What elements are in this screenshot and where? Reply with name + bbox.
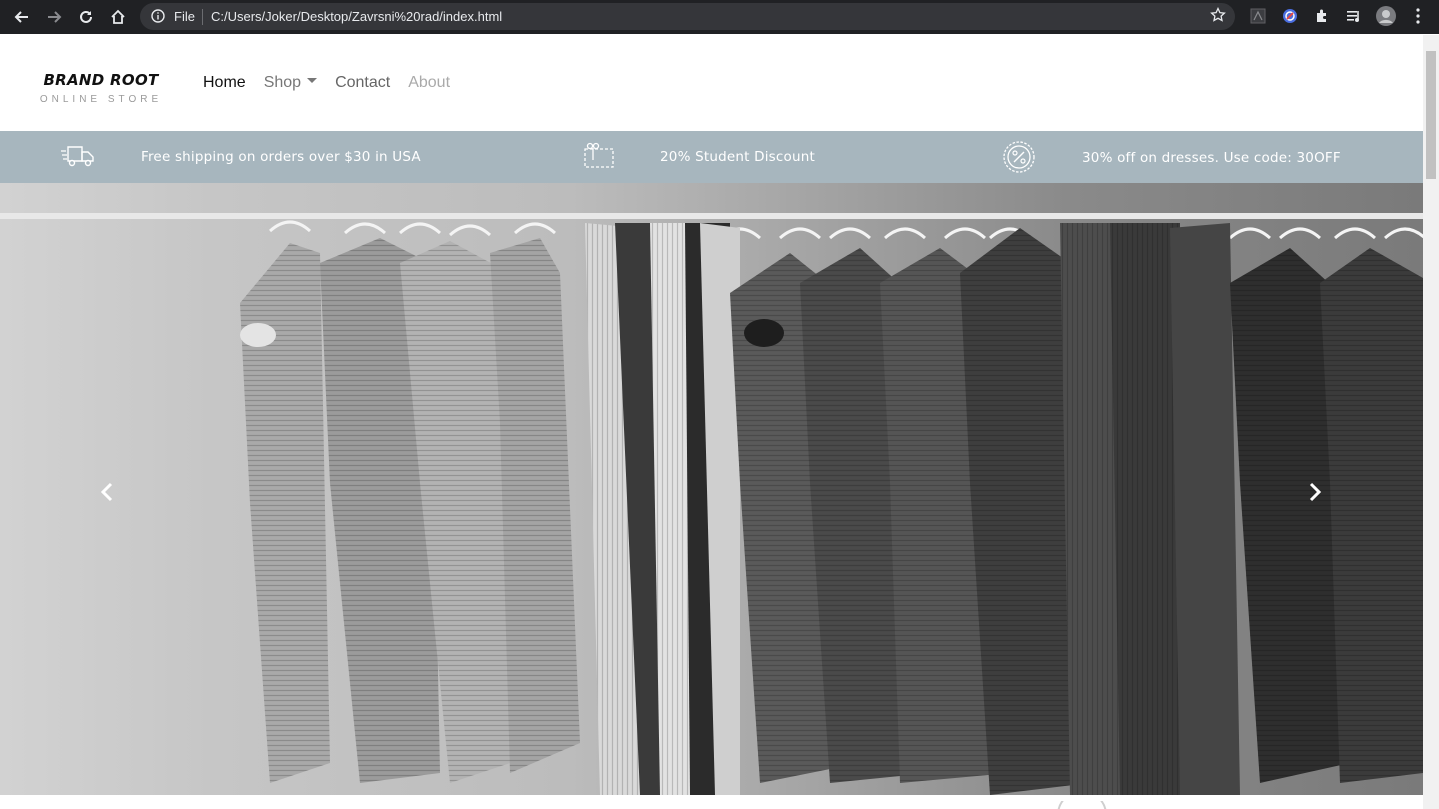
scroll-thumb[interactable] [1426,51,1436,179]
browser-toolbar: File C:/Users/Joker/Desktop/Zavrsni%20ra… [0,0,1439,34]
promo-discount-text: 20% Student Discount [660,149,815,165]
promo-shipping-text: Free shipping on orders over $30 in USA [141,149,421,165]
chevron-right-icon [1308,482,1322,507]
info-icon[interactable] [151,9,165,26]
kebab-menu-icon[interactable] [1408,6,1428,26]
site-header: BRAND ROOT ONLINE STORE Home Shop Contac… [0,35,1423,131]
circle-outline-icon [1057,801,1107,809]
main-nav: Home Shop Contact About [203,74,468,92]
page-viewport: BRAND ROOT ONLINE STORE Home Shop Contac… [0,35,1423,809]
carousel-prev-button[interactable] [92,479,122,509]
media-queue-icon[interactable] [1344,6,1364,26]
coupon-icon [583,141,615,175]
puzzle-icon[interactable] [1312,6,1332,26]
truck-icon [60,143,96,173]
forward-icon[interactable] [38,1,70,33]
home-icon[interactable] [102,1,134,33]
hero-carousel [0,183,1423,795]
promo-dresses-text: 30% off on dresses. Use code: 30OFF [1082,150,1341,166]
pdf-extension-icon[interactable] [1248,6,1268,26]
nav-home[interactable]: Home [203,74,246,92]
nav-shop-label: Shop [263,74,302,91]
percent-badge-icon [1002,140,1036,178]
divider [202,9,203,25]
blocker-extension-icon[interactable] [1280,6,1300,26]
nav-about[interactable]: About [408,74,450,92]
hero-image [240,220,1423,795]
file-label: File [174,9,195,24]
caret-down-icon [307,78,318,84]
back-icon[interactable] [6,1,38,33]
avatar[interactable] [1376,6,1396,26]
brand-logo[interactable]: BRAND ROOT ONLINE STORE [31,71,171,105]
star-icon[interactable] [1210,6,1226,26]
carousel-next-button[interactable] [1300,479,1330,509]
url-text[interactable]: C:/Users/Joker/Desktop/Zavrsni%20rad/ind… [211,9,502,24]
promo-bar: Free shipping on orders over $30 in USA … [0,131,1423,183]
address-bar[interactable]: File C:/Users/Joker/Desktop/Zavrsni%20ra… [140,3,1235,30]
brand-name: BRAND ROOT [43,71,159,89]
nav-contact[interactable]: Contact [335,74,390,92]
brand-tagline: ONLINE STORE [39,94,163,105]
chevron-left-icon [100,482,114,507]
reload-icon[interactable] [70,1,102,33]
nav-shop[interactable]: Shop [263,74,318,92]
scrollbar[interactable] [1423,35,1439,809]
below-hero-section [0,795,1423,809]
